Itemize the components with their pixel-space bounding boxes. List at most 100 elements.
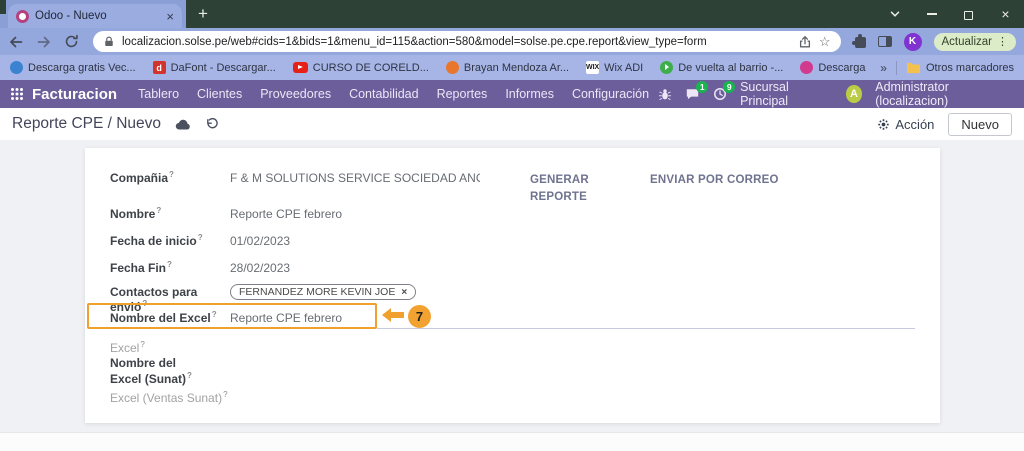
excel-name-label: Nombre del Excel? — [110, 310, 230, 325]
bookmark-item[interactable]: De vuelta al barrio -... — [660, 61, 783, 74]
navbar-systray: 1 9 Sucursal Principal A Administrator (… — [658, 80, 1014, 108]
bookmark-item[interactable]: Descarga gratis Vec... — [10, 61, 136, 74]
window-menu-button[interactable] — [876, 0, 913, 28]
contact-tag[interactable]: FERNANDEZ MORE KEVIN JOE × — [230, 284, 416, 300]
breadcrumb[interactable]: Reporte CPE / Nuevo — [12, 115, 161, 133]
firefox-icon — [446, 61, 459, 74]
send-email-button[interactable]: ENVIAR POR CORREO — [650, 172, 779, 189]
nav-item-proveedores[interactable]: Proveedores — [251, 80, 340, 108]
browser-tab-strip: Odoo - Nuevo × + × — [0, 0, 1024, 28]
bookmark-item[interactable]: Brayan Mendoza Ar... — [446, 61, 569, 74]
control-panel: Reporte CPE / Nuevo Acción Nuevo — [0, 108, 1024, 140]
nav-item-contabilidad[interactable]: Contabilidad — [340, 80, 428, 108]
divider — [896, 61, 897, 75]
address-bar[interactable]: localizacion.solse.pe/web#cids=1&bids=1&… — [93, 31, 841, 52]
kebab-menu-icon[interactable]: ⋮ — [997, 35, 1008, 48]
branch-selector[interactable]: Sucursal Principal — [740, 80, 833, 108]
activities-button[interactable]: 9 — [713, 87, 727, 101]
help-marker: ? — [167, 260, 172, 269]
nav-item-reportes[interactable]: Reportes — [428, 80, 497, 108]
nav-item-clientes[interactable]: Clientes — [188, 80, 251, 108]
user-avatar[interactable]: A — [846, 85, 863, 103]
bookmark-item[interactable]: dDaFont - Descargar... — [153, 61, 276, 74]
nav-item-configuracion[interactable]: Configuración — [563, 80, 658, 108]
bookmark-item[interactable]: WIXWix ADI — [586, 61, 643, 74]
user-menu[interactable]: Administrator (localizacion) — [875, 80, 1014, 108]
tab-close-icon[interactable]: × — [166, 10, 174, 23]
update-label: Actualizar — [942, 36, 993, 48]
play-icon — [660, 61, 673, 74]
field-row-excel-sunat: Excel (Ventas Sunat)? — [110, 390, 270, 405]
browser-toolbar: localizacion.solse.pe/web#cids=1&bids=1&… — [0, 28, 1024, 55]
wix-icon: WIX — [586, 61, 599, 74]
bug-icon — [658, 87, 672, 101]
bookmarks-overflow-icon[interactable]: » — [880, 61, 887, 75]
activities-badge: 9 — [723, 81, 735, 93]
field-row-excel-name: Nombre del Excel? — [110, 310, 230, 325]
action-menu-button[interactable]: Acción — [877, 117, 934, 132]
generate-report-button[interactable]: GENERAR REPORTE — [530, 172, 610, 205]
new-button[interactable]: Nuevo — [948, 113, 1012, 136]
reload-button[interactable] — [64, 34, 79, 49]
excel-name-value[interactable]: Reporte CPE febrero — [230, 311, 342, 325]
name-value[interactable]: Reporte CPE febrero — [230, 207, 342, 221]
forward-button[interactable] — [36, 34, 52, 50]
date-start-value[interactable]: 01/02/2023 — [230, 234, 290, 248]
contacts-value: FERNANDEZ MORE KEVIN JOE × — [230, 282, 416, 300]
restore-button[interactable] — [950, 0, 987, 28]
minimize-button[interactable] — [913, 0, 950, 28]
messages-badge: 1 — [696, 81, 708, 93]
help-marker: ? — [198, 233, 203, 242]
messages-button[interactable]: 1 — [685, 87, 700, 101]
date-end-value[interactable]: 28/02/2023 — [230, 261, 290, 275]
company-value[interactable]: F & M SOLUTIONS SERVICE SOCIEDAD ANONIMA… — [230, 171, 480, 185]
bookmarks-right: » Otros marcadores — [880, 61, 1014, 75]
update-browser-button[interactable]: Actualizar ⋮ — [934, 33, 1017, 51]
label-text: Nombre del Excel — [110, 311, 211, 325]
bookmark-item[interactable]: CURSO DE CORELD... — [293, 62, 429, 74]
bookmark-star-icon[interactable]: ☆ — [819, 34, 831, 50]
label-text: Excel — [110, 341, 139, 355]
side-panel-icon[interactable] — [878, 36, 892, 47]
field-row-excel-name-sunat: Nombre del Excel (Sunat)? — [110, 355, 208, 387]
discard-button[interactable] — [205, 117, 219, 131]
nav-item-informes[interactable]: Informes — [496, 80, 563, 108]
apps-menu-button[interactable] — [10, 87, 24, 101]
reload-icon — [64, 34, 79, 49]
panel-glyph — [878, 36, 892, 47]
label-text: Fecha Fin — [110, 261, 166, 275]
save-record-button[interactable] — [175, 117, 191, 131]
control-panel-right: Acción Nuevo — [877, 113, 1012, 136]
screen: Odoo - Nuevo × + × localizacion.solse.pe… — [0, 0, 1024, 451]
back-button[interactable] — [8, 34, 24, 50]
new-tab-button[interactable]: + — [198, 2, 208, 26]
browser-tab[interactable]: Odoo - Nuevo × — [8, 4, 182, 28]
profile-avatar[interactable]: K — [904, 33, 922, 51]
undo-icon — [205, 117, 219, 131]
tag-remove-icon[interactable]: × — [401, 287, 407, 298]
bookmark-item[interactable]: Descarga gratis | Pu... — [800, 61, 868, 74]
extensions-icon[interactable] — [855, 35, 866, 48]
content-area: Compañia? F & M SOLUTIONS SERVICE SOCIED… — [0, 140, 1024, 432]
arrow-left-icon — [8, 34, 24, 50]
nav-item-tablero[interactable]: Tablero — [129, 80, 188, 108]
contact-tag-label: FERNANDEZ MORE KEVIN JOE — [239, 286, 395, 298]
url-text[interactable]: localizacion.solse.pe/web#cids=1&bids=1&… — [122, 36, 791, 48]
help-marker: ? — [169, 170, 174, 179]
share-icon[interactable] — [798, 35, 812, 49]
app-name[interactable]: Facturacion — [32, 86, 117, 103]
action-label: Acción — [895, 117, 934, 132]
name-label: Nombre? — [110, 206, 230, 221]
help-marker: ? — [156, 206, 161, 215]
youtube-icon — [293, 62, 308, 73]
other-bookmarks-button[interactable]: Otros marcadores — [906, 61, 1014, 74]
puzzle-icon — [855, 37, 866, 48]
field-underline — [377, 328, 915, 329]
label-text: Nombre del Excel (Sunat) — [110, 356, 186, 386]
excel-sunat-label: Excel (Ventas Sunat)? — [110, 390, 270, 405]
help-marker: ? — [212, 310, 217, 319]
help-marker: ? — [187, 371, 192, 380]
debug-button[interactable] — [658, 87, 672, 101]
window-close-button[interactable]: × — [987, 0, 1024, 28]
company-label: Compañia? — [110, 170, 230, 185]
